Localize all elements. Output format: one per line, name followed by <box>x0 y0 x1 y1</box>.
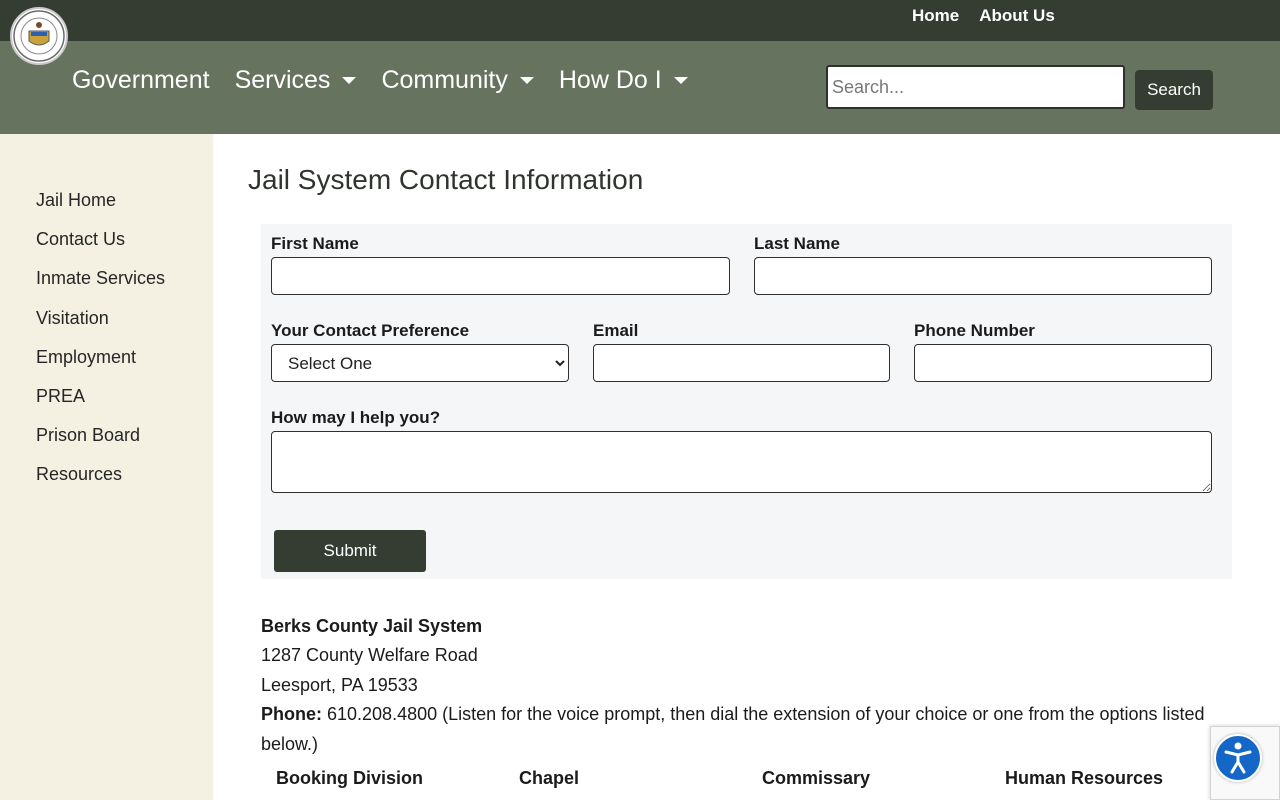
nav-community-label: Community <box>381 66 508 94</box>
phone-number-label: Phone Number <box>914 321 1035 340</box>
email-label: Email <box>593 321 639 340</box>
page-title: Jail System Contact Information <box>248 164 644 195</box>
nav-how-do-i-dropdown[interactable]: How Do I <box>559 66 688 95</box>
top-link-about-us[interactable]: About Us <box>979 6 1055 26</box>
contact-preference-select[interactable]: Select One <box>271 344 569 382</box>
nav-community-dropdown[interactable]: Community <box>381 66 534 95</box>
contact-phone: Phone: 610.208.4800 (Listen for the voic… <box>261 700 1221 759</box>
top-links: Home About Us <box>912 6 1075 26</box>
division-headings: Booking Division Chapel Commissary Human… <box>276 768 1276 789</box>
contact-info: Berks County Jail System 1287 County Wel… <box>261 612 1221 759</box>
sidebar-nav: Jail Home Contact Us Inmate Services Vis… <box>0 134 213 800</box>
help-textarea[interactable] <box>271 431 1212 493</box>
search-input[interactable] <box>826 65 1125 109</box>
email-field[interactable] <box>593 344 890 382</box>
sidebar-item-employment[interactable]: Employment <box>36 344 213 383</box>
contact-phone-label: Phone: <box>261 704 322 725</box>
first-name-label: First Name <box>271 234 359 253</box>
contact-address-line1: 1287 County Welfare Road <box>261 645 478 666</box>
first-name-field[interactable] <box>271 257 730 295</box>
division-booking: Booking Division <box>276 768 424 788</box>
top-link-home[interactable]: Home <box>912 6 959 26</box>
caret-down-icon <box>342 77 357 84</box>
main-navbar: Government Services Community How Do I S… <box>0 7 1280 134</box>
help-label: How may I help you? <box>271 408 441 427</box>
contact-preference-label: Your Contact Preference <box>271 321 470 340</box>
caret-down-icon <box>519 77 534 84</box>
sidebar-item-resources[interactable]: Resources <box>36 461 213 500</box>
sidebar-item-contact-us[interactable]: Contact Us <box>36 226 213 265</box>
sidebar-item-prison-board[interactable]: Prison Board <box>36 422 213 461</box>
last-name-field[interactable] <box>754 257 1212 295</box>
search-button[interactable]: Search <box>1135 70 1213 110</box>
nav-government-label: Government <box>72 66 210 94</box>
accessibility-icon[interactable] <box>1214 734 1262 782</box>
sidebar-item-jail-home[interactable]: Jail Home <box>36 187 213 226</box>
nav-services-label: Services <box>234 66 331 94</box>
caret-down-icon <box>673 77 688 84</box>
submit-button[interactable]: Submit <box>274 530 426 572</box>
phone-number-field[interactable] <box>914 344 1212 382</box>
division-commissary: Commissary <box>762 768 871 788</box>
nav-menu: Government Services Community How Do I <box>72 66 713 95</box>
nav-how-do-i-label: How Do I <box>558 66 662 94</box>
top-bar: Home About Us <box>0 0 1280 41</box>
sidebar-item-prea[interactable]: PREA <box>36 383 213 422</box>
contact-name: Berks County Jail System <box>261 616 483 636</box>
sidebar-item-inmate-services[interactable]: Inmate Services <box>36 265 213 304</box>
contact-form: First Name Last Name Your Contact Prefer… <box>261 224 1232 579</box>
sidebar-item-visitation[interactable]: Visitation <box>36 305 213 344</box>
nav-government[interactable]: Government <box>72 66 210 95</box>
contact-address-line2: Leesport, PA 19533 <box>261 674 418 695</box>
main-content: Jail System Contact Information First Na… <box>213 134 1280 800</box>
nav-services-dropdown[interactable]: Services <box>235 66 357 95</box>
county-seal-logo[interactable] <box>10 7 68 65</box>
contact-phone-text: 610.208.4800 (Listen for the voice promp… <box>261 704 1205 754</box>
last-name-label: Last Name <box>754 234 840 253</box>
division-chapel: Chapel <box>519 768 580 788</box>
